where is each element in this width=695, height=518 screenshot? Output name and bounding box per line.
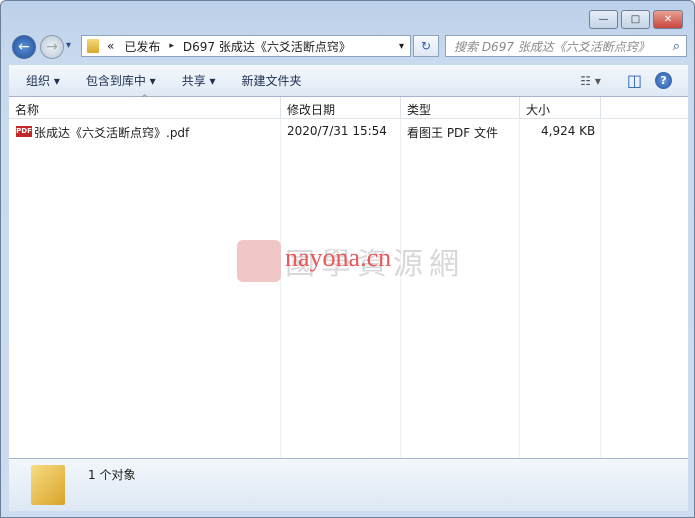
search-placeholder: 搜索 D697 张成达《六爻活断点窍》	[454, 39, 650, 54]
share-button[interactable]: 共享 ▾	[169, 72, 229, 89]
watermark-url: nayona.cn	[285, 243, 392, 272]
view-options-button[interactable]: ☷ ▾	[567, 74, 614, 88]
column-divider	[520, 119, 601, 458]
watermark: 國學資源網 nayona.cn	[237, 239, 465, 283]
help-button[interactable]: ?	[655, 72, 672, 89]
address-dropdown-icon[interactable]: ▾	[399, 41, 404, 52]
column-divider	[281, 119, 401, 458]
column-header-empty	[601, 97, 688, 119]
preview-pane-button[interactable]: ◫	[614, 71, 655, 90]
file-size: 4,924 KB	[541, 124, 596, 138]
back-arrow-icon: ←	[18, 39, 30, 55]
column-header-name[interactable]: 名称 ^	[9, 94, 281, 119]
column-header-type[interactable]: 类型	[401, 97, 520, 119]
organize-button[interactable]: 组织 ▾	[9, 72, 73, 89]
pdf-icon: PDF	[16, 126, 32, 137]
breadcrumb-published[interactable]: 已发布	[124, 38, 160, 55]
column-header-date[interactable]: 修改日期	[281, 97, 401, 119]
folder-icon	[87, 39, 99, 53]
search-icon[interactable]: ⌕	[673, 39, 680, 54]
details-pane: 1 个对象	[9, 458, 688, 511]
maximize-button[interactable]: □	[621, 10, 650, 29]
breadcrumb-current-folder[interactable]: D697 张成达《六爻活断点窍》	[183, 38, 351, 55]
file-type: 看图王 PDF 文件	[407, 126, 499, 140]
breadcrumb-separator-icon[interactable]: ▸	[169, 41, 174, 51]
recent-pages-button[interactable]: ▾	[66, 40, 71, 51]
item-count: 1 个对象	[88, 468, 136, 482]
column-divider	[9, 119, 281, 458]
forward-button[interactable]: →	[40, 35, 64, 59]
search-input[interactable]: 搜索 D697 张成达《六爻活断点窍》 ⌕	[445, 35, 687, 57]
back-button[interactable]: ←	[12, 35, 36, 59]
minimize-button[interactable]: —	[589, 10, 618, 29]
watermark-logo	[237, 240, 281, 282]
explorer-window: — □ ✕ ← → ▾ « 已发布 ▸ D697 张成达《六爻活断点窍》 ▾ ↻…	[0, 0, 695, 518]
new-folder-button[interactable]: 新建文件夹	[229, 72, 315, 89]
include-in-library-button[interactable]: 包含到库中 ▾	[73, 72, 169, 89]
address-bar[interactable]: « 已发布 ▸ D697 张成达《六爻活断点窍》 ▾	[81, 35, 411, 57]
forward-arrow-icon: →	[46, 39, 58, 55]
column-divider	[401, 119, 520, 458]
file-date: 2020/7/31 15:54	[287, 124, 387, 138]
refresh-icon: ↻	[420, 39, 432, 53]
folder-large-icon	[31, 465, 65, 505]
file-name[interactable]: 张成达《六爻活断点窍》.pdf	[34, 124, 189, 141]
close-button[interactable]: ✕	[653, 10, 683, 29]
column-header-size[interactable]: 大小	[520, 97, 601, 119]
address-overflow[interactable]: «	[107, 39, 114, 53]
sort-ascending-icon: ^	[141, 94, 149, 104]
refresh-button[interactable]: ↻	[413, 35, 439, 57]
command-bar: 组织 ▾ 包含到库中 ▾ 共享 ▾ 新建文件夹 ☷ ▾ ◫ ?	[9, 65, 688, 97]
